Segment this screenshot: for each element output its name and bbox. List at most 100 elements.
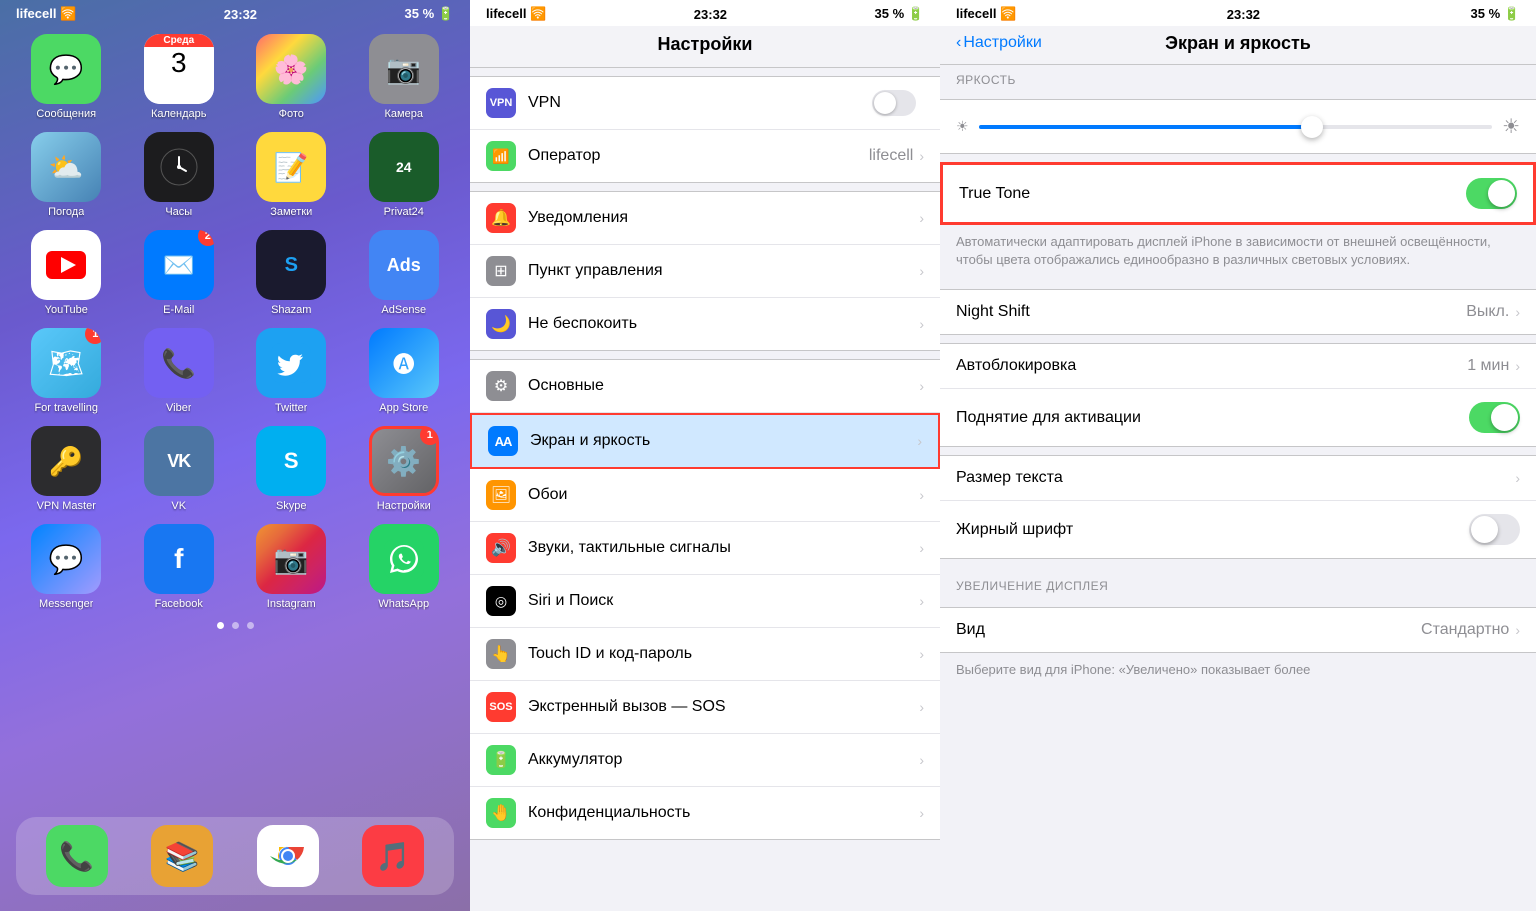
dock-music[interactable]: 🎵 bbox=[362, 825, 424, 887]
privacy-label: Конфиденциальность bbox=[528, 804, 919, 822]
notifications-label: Уведомления bbox=[528, 209, 919, 227]
settings-title: Настройки bbox=[658, 34, 753, 54]
settings-row-vpn[interactable]: VPN VPN bbox=[470, 77, 940, 130]
brightness-row[interactable]: ☀ ☀ bbox=[940, 100, 1536, 153]
notifications-section: 🔔 Уведомления › ⊞ Пункт управления › 🌙 Н… bbox=[470, 191, 940, 351]
settings-row-operator[interactable]: 📶 Оператор lifecell › bbox=[470, 130, 940, 182]
iphone-home-screen: lifecell 🛜 23:32 35 % 🔋 💬 Сообщения Сред… bbox=[0, 0, 470, 911]
touchid-icon: 👆 bbox=[486, 639, 516, 669]
view-description: Выберите вид для iPhone: «Увеличено» пок… bbox=[940, 653, 1536, 691]
display-panel: lifecell 🛜 23:32 35 % 🔋 ‹ Настройки Экра… bbox=[940, 0, 1536, 911]
notifications-icon: 🔔 bbox=[486, 203, 516, 233]
settings-row-sos[interactable]: SOS Экстренный вызов — SOS › bbox=[470, 681, 940, 734]
settings-row-touchid[interactable]: 👆 Touch ID и код-пароль › bbox=[470, 628, 940, 681]
settings-row-donotdisturb[interactable]: 🌙 Не беспокоить › bbox=[470, 298, 940, 350]
settings-row-control[interactable]: ⊞ Пункт управления › bbox=[470, 245, 940, 298]
app-adsense[interactable]: Ads AdSense bbox=[354, 230, 455, 316]
app-calendar[interactable]: Среда 3 Календарь bbox=[129, 34, 230, 120]
settings-carrier: lifecell 🛜 bbox=[486, 6, 546, 22]
app-messages[interactable]: 💬 Сообщения bbox=[16, 34, 117, 120]
app-shazam[interactable]: S Shazam bbox=[241, 230, 342, 316]
night-shift-value: Выкл. bbox=[1466, 303, 1509, 321]
settings-row-battery[interactable]: 🔋 Аккумулятор › bbox=[470, 734, 940, 787]
general-section: ⚙ Основные › AA Экран и яркость › 🖼 Обои… bbox=[470, 359, 940, 840]
app-twitter[interactable]: Twitter bbox=[241, 328, 342, 414]
home-status-bar: lifecell 🛜 23:32 35 % 🔋 bbox=[0, 0, 470, 26]
dock-phone[interactable]: 📞 bbox=[46, 825, 108, 887]
app-photos[interactable]: 🌸 Фото bbox=[241, 34, 342, 120]
app-facebook[interactable]: f Facebook bbox=[129, 524, 230, 610]
app-weather[interactable]: ⛅ Погода bbox=[16, 132, 117, 218]
siri-icon: ◎ bbox=[486, 586, 516, 616]
settings-row-general[interactable]: ⚙ Основные › bbox=[470, 360, 940, 413]
brightness-slider[interactable] bbox=[979, 125, 1493, 129]
dock-books[interactable]: 📚 bbox=[151, 825, 213, 887]
general-label: Основные bbox=[528, 377, 919, 395]
settings-row-sounds[interactable]: 🔊 Звуки, тактильные сигналы › bbox=[470, 522, 940, 575]
bold-text-row[interactable]: Жирный шрифт bbox=[940, 501, 1536, 558]
control-label: Пункт управления bbox=[528, 262, 919, 280]
true-tone-toggle[interactable] bbox=[1466, 178, 1517, 209]
true-tone-row[interactable]: True Tone bbox=[943, 165, 1533, 222]
autolock-value: 1 мин bbox=[1467, 357, 1509, 375]
app-messenger[interactable]: 💬 Messenger bbox=[16, 524, 117, 610]
vpn-toggle[interactable] bbox=[872, 90, 916, 116]
carrier-signal: lifecell 🛜 bbox=[16, 6, 76, 22]
donotdisturb-chevron: › bbox=[919, 316, 924, 332]
settings-time: 23:32 bbox=[694, 7, 727, 22]
app-notes[interactable]: 📝 Заметки bbox=[241, 132, 342, 218]
battery-chevron: › bbox=[919, 752, 924, 768]
control-chevron: › bbox=[919, 263, 924, 279]
app-vk[interactable]: VK VK bbox=[129, 426, 230, 512]
app-privat24[interactable]: 24 Privat24 bbox=[354, 132, 455, 218]
page-dot-1 bbox=[217, 622, 224, 629]
settings-row-wallpaper[interactable]: 🖼 Обои › bbox=[470, 469, 940, 522]
brightness-section: ☀ ☀ bbox=[940, 99, 1536, 154]
privacy-icon: 🤚 bbox=[486, 798, 516, 828]
app-youtube[interactable]: YouTube bbox=[16, 230, 117, 316]
true-tone-description: Автоматически адаптировать дисплей iPhon… bbox=[940, 225, 1536, 281]
view-chevron: › bbox=[1515, 622, 1520, 638]
app-skype[interactable]: S Skype bbox=[241, 426, 342, 512]
settings-row-display[interactable]: AA Экран и яркость › bbox=[470, 413, 940, 469]
app-appstore[interactable]: 🅐 App Store bbox=[354, 328, 455, 414]
raise-to-wake-row[interactable]: Поднятие для активации bbox=[940, 389, 1536, 446]
settings-panel: lifecell 🛜 23:32 35 % 🔋 Настройки VPN VP… bbox=[470, 0, 940, 911]
privacy-chevron: › bbox=[919, 805, 924, 821]
app-settings[interactable]: ⚙️ 1 Настройки bbox=[354, 426, 455, 512]
touchid-chevron: › bbox=[919, 646, 924, 662]
app-instagram[interactable]: 📷 Instagram bbox=[241, 524, 342, 610]
brightness-max-icon: ☀ bbox=[1502, 114, 1520, 139]
notifications-chevron: › bbox=[919, 210, 924, 226]
true-tone-section: True Tone bbox=[940, 162, 1536, 225]
operator-chevron: › bbox=[919, 148, 924, 164]
app-vpnmaster[interactable]: 🔑 VPN Master bbox=[16, 426, 117, 512]
text-size-row[interactable]: Размер текста › bbox=[940, 456, 1536, 501]
bold-text-toggle[interactable] bbox=[1469, 514, 1520, 545]
display-zoom-section: Вид Стандартно › bbox=[940, 607, 1536, 653]
autolock-row[interactable]: Автоблокировка 1 мин › bbox=[940, 344, 1536, 389]
back-button[interactable]: ‹ Настройки bbox=[956, 34, 1042, 52]
dock-chrome[interactable] bbox=[257, 825, 319, 887]
settings-row-siri[interactable]: ◎ Siri и Поиск › bbox=[470, 575, 940, 628]
page-dots bbox=[0, 622, 470, 629]
app-viber[interactable]: 📞 Viber bbox=[129, 328, 230, 414]
view-label: Вид bbox=[956, 621, 1421, 639]
settings-row-notifications[interactable]: 🔔 Уведомления › bbox=[470, 192, 940, 245]
night-shift-row[interactable]: Night Shift Выкл. › bbox=[940, 290, 1536, 334]
app-email[interactable]: ✉️ 2 E-Mail bbox=[129, 230, 230, 316]
app-whatsapp[interactable]: WhatsApp bbox=[354, 524, 455, 610]
brightness-thumb bbox=[1301, 116, 1323, 138]
autolock-chevron: › bbox=[1515, 358, 1520, 374]
vpn-toggle-thumb bbox=[874, 92, 896, 114]
settings-row-privacy[interactable]: 🤚 Конфиденциальность › bbox=[470, 787, 940, 839]
bold-text-label: Жирный шрифт bbox=[956, 521, 1469, 539]
app-camera[interactable]: 📷 Камера bbox=[354, 34, 455, 120]
view-row[interactable]: Вид Стандартно › bbox=[940, 608, 1536, 652]
app-dock: 📞 📚 🎵 bbox=[16, 817, 454, 895]
app-maps[interactable]: 🗺 1 For travelling bbox=[16, 328, 117, 414]
app-clock[interactable]: Часы bbox=[129, 132, 230, 218]
sos-label: Экстренный вызов — SOS bbox=[528, 698, 919, 716]
raise-to-wake-toggle[interactable] bbox=[1469, 402, 1520, 433]
back-label: Настройки bbox=[963, 34, 1041, 52]
